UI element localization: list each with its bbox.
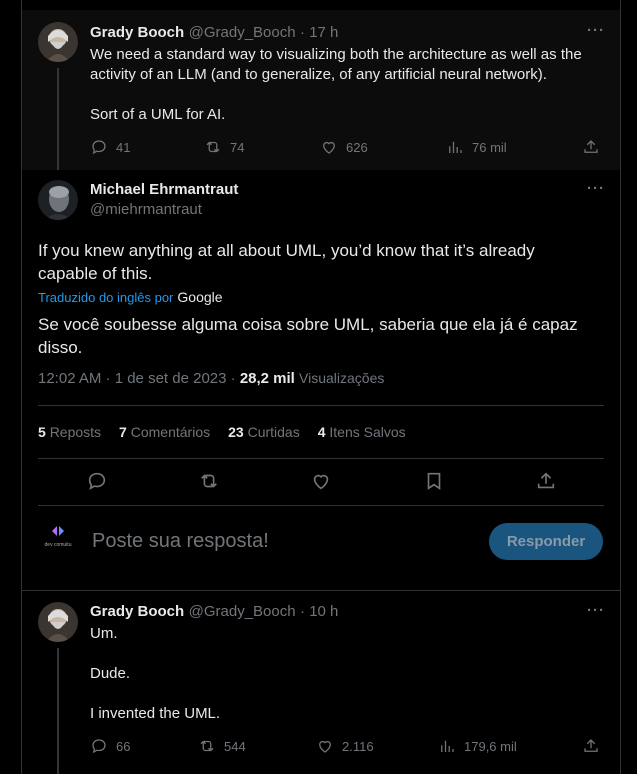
like-count: 626 bbox=[346, 139, 368, 155]
repost-count: 544 bbox=[224, 738, 246, 754]
text-line: If you knew anything at all about UML, y… bbox=[38, 241, 535, 260]
post-meta: 12:02 AM · 1 de set de 2023 · 28,2 mil V… bbox=[38, 370, 384, 387]
text-line: We need a standard way to visualizing bo… bbox=[90, 46, 582, 63]
divider bbox=[38, 458, 604, 459]
thread-line bbox=[57, 68, 59, 170]
author-handle[interactable]: @Grady_Booch bbox=[189, 603, 296, 620]
avatar[interactable] bbox=[38, 602, 78, 642]
reply-count: 66 bbox=[116, 738, 131, 754]
share-action[interactable] bbox=[582, 138, 600, 156]
reply-icon bbox=[92, 140, 106, 155]
google-logo: Google bbox=[177, 289, 223, 305]
repost-count: 74 bbox=[230, 139, 245, 155]
author-name[interactable]: Michael Ehrmantraut bbox=[90, 181, 238, 198]
author-handle[interactable]: @Grady_Booch bbox=[189, 24, 296, 41]
heart-icon bbox=[323, 141, 335, 154]
translation-attribution[interactable]: Traduzido do inglês por Google bbox=[38, 289, 223, 305]
views-count: 28,2 mil bbox=[239, 370, 295, 387]
share-icon bbox=[584, 140, 598, 153]
analytics-icon bbox=[449, 141, 462, 153]
stat-comments[interactable]: 7 Comentários bbox=[119, 424, 210, 440]
thread-line bbox=[57, 648, 59, 774]
share-icon bbox=[584, 739, 598, 752]
share-icon bbox=[537, 472, 555, 489]
avatar[interactable] bbox=[38, 180, 78, 220]
text-line: I invented the UML. bbox=[90, 705, 221, 722]
more-options-icon[interactable]: ··· bbox=[587, 180, 605, 197]
views-count: 179,6 mil bbox=[464, 738, 517, 754]
post-time[interactable]: · 10 h bbox=[300, 603, 338, 620]
reply-icon bbox=[92, 739, 106, 754]
text-line: Um. bbox=[90, 625, 118, 642]
text-line: Sort of a UML for AI. bbox=[90, 106, 226, 123]
text-line: activity of an LLM (and to generalize, o… bbox=[90, 66, 547, 83]
stat-likes[interactable]: 23 Curtidas bbox=[228, 424, 300, 440]
avatar-text: dev comuitu bbox=[44, 542, 72, 548]
engagement-stats: 5 Reposts 7 Comentários 23 Curtidas 4 It… bbox=[38, 424, 406, 440]
reply-icon bbox=[88, 472, 106, 491]
like-action[interactable]: 2.116 bbox=[316, 737, 374, 755]
composer-avatar[interactable]: dev comuitu bbox=[38, 525, 78, 555]
views-action[interactable]: 76 mil bbox=[446, 138, 507, 156]
reply-action[interactable]: 41 bbox=[90, 138, 130, 156]
avatar-image bbox=[38, 602, 78, 642]
author-name[interactable]: Grady Booch bbox=[90, 24, 184, 41]
brand-logo-icon bbox=[52, 526, 64, 536]
share-button[interactable] bbox=[535, 470, 557, 492]
stat-reposts[interactable]: 5 Reposts bbox=[38, 424, 101, 440]
translated-label: Traduzido do inglês por bbox=[38, 289, 174, 305]
reply-count: 41 bbox=[116, 139, 131, 155]
more-options-icon[interactable]: ··· bbox=[587, 602, 605, 619]
views-action[interactable]: 179,6 mil bbox=[438, 737, 517, 755]
parent-header: Grady Booch @Grady_Booch · 17 h bbox=[90, 24, 338, 42]
repost-action[interactable]: 544 bbox=[198, 737, 246, 755]
like-action[interactable]: 626 bbox=[320, 138, 368, 156]
more-options-icon[interactable]: ··· bbox=[587, 22, 605, 39]
avatar[interactable] bbox=[38, 22, 78, 62]
avatar-image bbox=[38, 22, 78, 62]
views-count: 76 mil bbox=[472, 139, 507, 155]
post-timestamp[interactable]: 12:02 AM · 1 de set de 2023 · bbox=[38, 370, 236, 387]
reply-text: Um. Dude. I invented the UML. bbox=[90, 624, 610, 724]
views-label: Visualizações bbox=[299, 370, 385, 386]
reply-action[interactable]: 66 bbox=[90, 737, 130, 755]
like-count: 2.116 bbox=[342, 738, 374, 754]
timeline-column: Grady Booch @Grady_Booch · 17 h ··· We n… bbox=[21, 0, 621, 774]
repost-icon bbox=[200, 740, 214, 752]
author-handle[interactable]: @miehrmantraut bbox=[90, 201, 238, 218]
text-line: capable of this. bbox=[38, 264, 153, 283]
text-line: disso. bbox=[38, 338, 83, 357]
post-time[interactable]: · 17 h bbox=[300, 24, 338, 41]
main-text: If you knew anything at all about UML, y… bbox=[38, 239, 608, 285]
text-line: Se você soubesse alguma coisa sobre UML,… bbox=[38, 315, 578, 334]
heart-icon bbox=[313, 474, 329, 490]
translated-text: Se você soubesse alguma coisa sobre UML,… bbox=[38, 313, 608, 359]
repost-button[interactable] bbox=[198, 470, 220, 492]
avatar-image bbox=[38, 180, 78, 220]
share-action[interactable] bbox=[582, 737, 600, 755]
like-button[interactable] bbox=[310, 470, 332, 492]
parent-text: We need a standard way to visualizing bo… bbox=[90, 45, 610, 125]
stat-bookmarks[interactable]: 4 Itens Salvos bbox=[318, 424, 406, 440]
author-name[interactable]: Grady Booch bbox=[90, 603, 184, 620]
repost-icon bbox=[201, 474, 217, 488]
heart-icon bbox=[319, 740, 331, 753]
divider bbox=[38, 505, 604, 506]
bookmark-button[interactable] bbox=[423, 470, 445, 492]
reply-submit-button[interactable]: Responder bbox=[489, 523, 603, 560]
repost-icon bbox=[206, 141, 220, 153]
repost-action[interactable]: 74 bbox=[204, 138, 244, 156]
text-line: Dude. bbox=[90, 665, 131, 682]
parent-tweet[interactable]: Grady Booch @Grady_Booch · 17 h ··· We n… bbox=[22, 10, 620, 170]
divider bbox=[22, 590, 620, 591]
analytics-icon bbox=[441, 740, 454, 752]
reply-button[interactable] bbox=[86, 470, 108, 492]
reply-header: Grady Booch @Grady_Booch · 10 h bbox=[90, 603, 338, 621]
main-header: Michael Ehrmantraut @miehrmantraut bbox=[90, 181, 238, 218]
bookmark-icon bbox=[427, 472, 441, 490]
reply-input[interactable]: Poste sua resposta! bbox=[92, 530, 269, 553]
divider bbox=[38, 405, 604, 406]
